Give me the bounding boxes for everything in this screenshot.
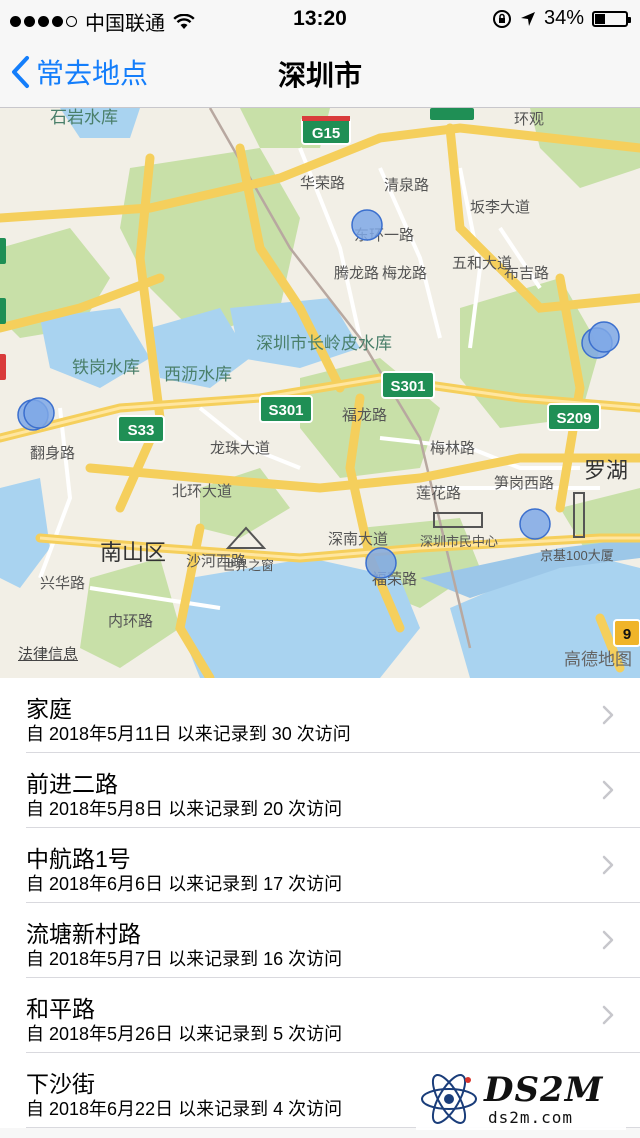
battery-fill [595, 13, 606, 24]
route-shield-g15: G15 [301, 116, 351, 145]
map-pin [519, 508, 551, 540]
chevron-right-icon [602, 780, 614, 800]
svg-text:笋岗西路: 笋岗西路 [494, 475, 554, 492]
route-shield-s301-west: S301 [259, 395, 313, 423]
place-detail: 自 2018年5月7日 以来记录到 16 次访问 [26, 949, 343, 969]
place-name: 流塘新村路 [26, 921, 141, 947]
svg-text:福龙路: 福龙路 [342, 407, 387, 424]
svg-text:清泉路: 清泉路 [384, 177, 429, 194]
place-detail: 自 2018年5月8日 以来记录到 20 次访问 [26, 799, 343, 819]
route-shield-s33: S33 [117, 415, 165, 443]
list-item[interactable]: 流塘新村路 自 2018年5月7日 以来记录到 16 次访问 [0, 903, 640, 978]
svg-text:梅龙路: 梅龙路 [382, 265, 427, 282]
chevron-right-icon [602, 930, 614, 950]
svg-text:世界之窗: 世界之窗 [222, 558, 274, 573]
svg-text:G15: G15 [312, 125, 340, 142]
watermark: DS2M ds2m.com [416, 1068, 626, 1130]
battery-icon [592, 10, 631, 27]
place-detail: 自 2018年6月22日 以来记录到 4 次访问 [26, 1099, 343, 1119]
svg-text:内环路: 内环路 [108, 613, 153, 630]
places-list: 家庭 自 2018年5月11日 以来记录到 30 次访问 前进二路 自 2018… [0, 678, 640, 1128]
map-attribution: 高德地图 [564, 650, 632, 669]
svg-text:腾龙路: 腾龙路 [334, 265, 379, 282]
page-title: 深圳市 [277, 60, 362, 91]
svg-text:五和大道: 五和大道 [452, 255, 512, 272]
svg-text:S301: S301 [268, 402, 303, 419]
map-canvas[interactable]: G15 S33 S301 S301 S209 9 石岩水库 铁岗水库 西沥水库 … [0, 108, 640, 678]
svg-text:罗湖: 罗湖 [584, 458, 628, 483]
svg-text:环观: 环观 [514, 111, 544, 128]
map-view[interactable]: G15 S33 S301 S301 S209 9 石岩水库 铁岗水库 西沥水库 … [0, 108, 640, 678]
svg-text:南山区: 南山区 [100, 540, 166, 565]
nav-bar: 常去地点 深圳市 [0, 40, 640, 108]
atom-logo-icon [421, 1074, 477, 1124]
svg-text:S33: S33 [128, 422, 155, 439]
svg-text:兴华路: 兴华路 [40, 575, 85, 592]
svg-text:S209: S209 [556, 410, 591, 427]
place-name: 中航路1号 [26, 846, 131, 872]
list-item[interactable]: 中航路1号 自 2018年6月6日 以来记录到 17 次访问 [0, 828, 640, 903]
list-item[interactable]: 家庭 自 2018年5月11日 以来记录到 30 次访问 [0, 678, 640, 753]
svg-text:龙珠大道: 龙珠大道 [210, 440, 270, 457]
legal-info-link[interactable]: 法律信息 [18, 643, 78, 664]
list-item[interactable]: 前进二路 自 2018年5月8日 以来记录到 20 次访问 [0, 753, 640, 828]
route-shield-9: 9 [613, 619, 640, 647]
svg-text:华荣路: 华荣路 [300, 175, 345, 192]
map-pin [23, 397, 55, 429]
watermark-logo: DS2M [484, 1070, 604, 1110]
place-name: 和平路 [26, 996, 95, 1022]
svg-text:9: 9 [623, 626, 631, 643]
svg-text:深圳市长岭皮水库: 深圳市长岭皮水库 [256, 334, 392, 353]
list-item[interactable]: 和平路 自 2018年5月26日 以来记录到 5 次访问 [0, 978, 640, 1053]
place-detail: 自 2018年6月6日 以来记录到 17 次访问 [26, 874, 343, 894]
place-detail: 自 2018年5月11日 以来记录到 30 次访问 [26, 724, 351, 744]
svg-text:布吉路: 布吉路 [504, 265, 549, 282]
place-detail: 自 2018年5月26日 以来记录到 5 次访问 [26, 1024, 343, 1044]
svg-text:梅林路: 梅林路 [430, 440, 475, 457]
chevron-right-icon [602, 855, 614, 875]
svg-text:铁岗水库: 铁岗水库 [72, 358, 140, 377]
status-right: 34% [492, 7, 631, 30]
svg-text:京基100大厦: 京基100大厦 [540, 548, 614, 563]
location-arrow-icon [520, 11, 535, 26]
route-shield-s209: S209 [547, 403, 601, 431]
svg-text:莲花路: 莲花路 [416, 485, 461, 502]
svg-text:S301: S301 [390, 378, 425, 395]
watermark-site: ds2m.com [488, 1108, 574, 1127]
svg-text:北环大道: 北环大道 [172, 483, 232, 500]
svg-text:深南大道: 深南大道 [328, 531, 388, 548]
place-name: 下沙街 [26, 1071, 95, 1097]
map-pin [351, 209, 383, 241]
rotation-lock-icon [492, 9, 511, 28]
map-pin [365, 547, 397, 579]
place-name: 家庭 [26, 696, 72, 722]
chevron-right-icon [602, 1005, 614, 1025]
map-pin [588, 321, 620, 353]
chevron-right-icon [602, 705, 614, 725]
svg-text:深圳市民中心: 深圳市民中心 [420, 534, 498, 549]
svg-text:石岩水库: 石岩水库 [50, 108, 118, 127]
status-bar: 中国联通 13:20 34% [0, 0, 640, 40]
battery-percent: 34% [543, 7, 584, 29]
place-name: 前进二路 [26, 771, 118, 797]
svg-text:西沥水库: 西沥水库 [164, 365, 232, 384]
svg-text:翻身路: 翻身路 [30, 445, 75, 462]
route-shield-s301-east: S301 [381, 371, 435, 399]
svg-text:坂李大道: 坂李大道 [470, 199, 530, 216]
screen: 中国联通 13:20 34% 常去地点 深圳市 G15 S33 S301 S30… [0, 0, 640, 1138]
